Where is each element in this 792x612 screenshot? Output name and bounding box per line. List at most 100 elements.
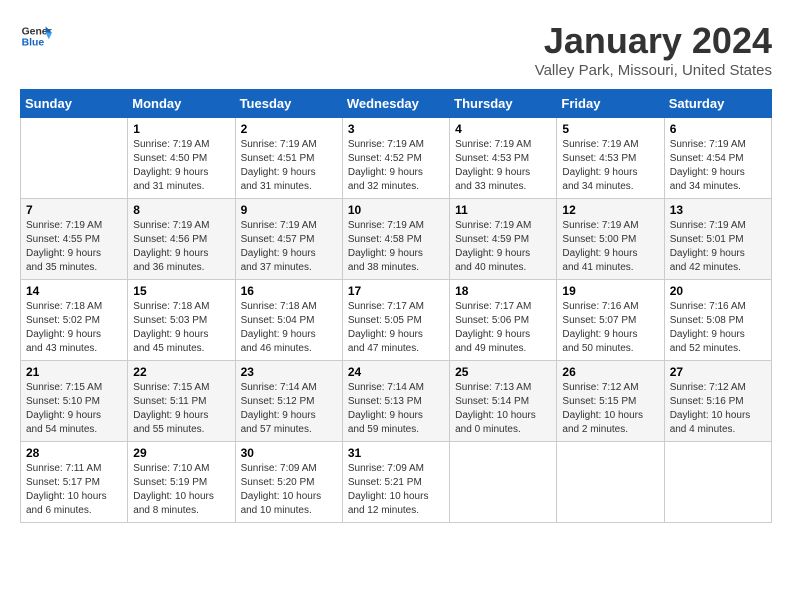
day-number: 17 [348, 284, 444, 298]
calendar-cell: 16 Sunrise: 7:18 AM Sunset: 5:04 PM Dayli… [235, 280, 342, 361]
day-info: Sunrise: 7:19 AM Sunset: 4:53 PM Dayligh… [562, 138, 658, 194]
day-info: Sunrise: 7:19 AM Sunset: 4:58 PM Dayligh… [348, 219, 444, 275]
calendar-cell: 19 Sunrise: 7:16 AM Sunset: 5:07 PM Dayli… [557, 280, 664, 361]
calendar-cell: 24 Sunrise: 7:14 AM Sunset: 5:13 PM Dayli… [342, 361, 449, 442]
day-number: 27 [670, 365, 766, 379]
day-number: 9 [241, 203, 337, 217]
logo-icon: General Blue [20, 20, 52, 52]
day-info: Sunrise: 7:12 AM Sunset: 5:16 PM Dayligh… [670, 381, 766, 437]
calendar-cell: 29 Sunrise: 7:10 AM Sunset: 5:19 PM Dayli… [128, 442, 235, 523]
calendar-cell: 28 Sunrise: 7:11 AM Sunset: 5:17 PM Dayli… [21, 442, 128, 523]
day-info: Sunrise: 7:09 AM Sunset: 5:21 PM Dayligh… [348, 462, 444, 518]
day-number: 28 [26, 446, 122, 460]
day-info: Sunrise: 7:18 AM Sunset: 5:04 PM Dayligh… [241, 300, 337, 356]
day-number: 2 [241, 122, 337, 136]
day-number: 30 [241, 446, 337, 460]
calendar-cell [21, 118, 128, 199]
calendar-cell: 2 Sunrise: 7:19 AM Sunset: 4:51 PM Daylig… [235, 118, 342, 199]
calendar-cell: 9 Sunrise: 7:19 AM Sunset: 4:57 PM Daylig… [235, 199, 342, 280]
calendar-cell: 3Sunrise: 7:19 AM Sunset: 4:52 PM Daylig… [342, 118, 449, 199]
day-info: Sunrise: 7:14 AM Sunset: 5:12 PM Dayligh… [241, 381, 337, 437]
day-number: 24 [348, 365, 444, 379]
day-number: 29 [133, 446, 229, 460]
day-number: 7 [26, 203, 122, 217]
day-number: 20 [670, 284, 766, 298]
calendar-cell: 1Sunrise: 7:19 AM Sunset: 4:50 PM Daylig… [128, 118, 235, 199]
day-info: Sunrise: 7:14 AM Sunset: 5:13 PM Dayligh… [348, 381, 444, 437]
calendar-cell: 18Sunrise: 7:17 AM Sunset: 5:06 PM Dayli… [450, 280, 557, 361]
calendar-cell: 11 Sunrise: 7:19 AM Sunset: 4:59 PM Dayli… [450, 199, 557, 280]
day-number: 1 [133, 122, 229, 136]
day-number: 11 [455, 203, 551, 217]
day-info: Sunrise: 7:19 AM Sunset: 4:51 PM Dayligh… [241, 138, 337, 194]
day-number: 14 [26, 284, 122, 298]
weekday-header-tuesday: Tuesday [235, 90, 342, 118]
day-info: Sunrise: 7:09 AM Sunset: 5:20 PM Dayligh… [241, 462, 337, 518]
calendar-cell: 13 Sunrise: 7:19 AM Sunset: 5:01 PM Dayli… [664, 199, 771, 280]
day-info: Sunrise: 7:19 AM Sunset: 4:53 PM Dayligh… [455, 138, 551, 194]
day-number: 25 [455, 365, 551, 379]
weekday-header-monday: Monday [128, 90, 235, 118]
day-number: 8 [133, 203, 229, 217]
day-info: Sunrise: 7:19 AM Sunset: 4:57 PM Dayligh… [241, 219, 337, 275]
day-info: Sunrise: 7:13 AM Sunset: 5:14 PM Dayligh… [455, 381, 551, 437]
day-number: 10 [348, 203, 444, 217]
weekday-header-sunday: Sunday [21, 90, 128, 118]
day-number: 6 [670, 122, 766, 136]
day-info: Sunrise: 7:19 AM Sunset: 4:54 PM Dayligh… [670, 138, 766, 194]
title-area: January 2024 Valley Park, Missouri, Unit… [535, 20, 772, 79]
day-info: Sunrise: 7:19 AM Sunset: 4:59 PM Dayligh… [455, 219, 551, 275]
day-number: 18 [455, 284, 551, 298]
calendar-cell: 14Sunrise: 7:18 AM Sunset: 5:02 PM Dayli… [21, 280, 128, 361]
day-number: 23 [241, 365, 337, 379]
calendar-cell: 25 Sunrise: 7:13 AM Sunset: 5:14 PM Dayli… [450, 361, 557, 442]
day-info: Sunrise: 7:16 AM Sunset: 5:08 PM Dayligh… [670, 300, 766, 356]
day-info: Sunrise: 7:15 AM Sunset: 5:11 PM Dayligh… [133, 381, 229, 437]
calendar-cell: 4 Sunrise: 7:19 AM Sunset: 4:53 PM Daylig… [450, 118, 557, 199]
day-info: Sunrise: 7:19 AM Sunset: 4:55 PM Dayligh… [26, 219, 122, 275]
calendar-cell: 22Sunrise: 7:15 AM Sunset: 5:11 PM Dayli… [128, 361, 235, 442]
weekday-header-friday: Friday [557, 90, 664, 118]
calendar-cell: 17 Sunrise: 7:17 AM Sunset: 5:05 PM Dayli… [342, 280, 449, 361]
day-info: Sunrise: 7:19 AM Sunset: 5:00 PM Dayligh… [562, 219, 658, 275]
day-info: Sunrise: 7:12 AM Sunset: 5:15 PM Dayligh… [562, 381, 658, 437]
day-number: 15 [133, 284, 229, 298]
calendar-week-1: 1Sunrise: 7:19 AM Sunset: 4:50 PM Daylig… [21, 118, 772, 199]
calendar-cell: 8 Sunrise: 7:19 AM Sunset: 4:56 PM Daylig… [128, 199, 235, 280]
calendar-cell: 30 Sunrise: 7:09 AM Sunset: 5:20 PM Dayli… [235, 442, 342, 523]
calendar-week-3: 14Sunrise: 7:18 AM Sunset: 5:02 PM Dayli… [21, 280, 772, 361]
day-info: Sunrise: 7:19 AM Sunset: 5:01 PM Dayligh… [670, 219, 766, 275]
calendar-cell [557, 442, 664, 523]
day-number: 19 [562, 284, 658, 298]
calendar-cell: 10 Sunrise: 7:19 AM Sunset: 4:58 PM Dayli… [342, 199, 449, 280]
calendar-cell: 27 Sunrise: 7:12 AM Sunset: 5:16 PM Dayli… [664, 361, 771, 442]
day-number: 13 [670, 203, 766, 217]
day-info: Sunrise: 7:17 AM Sunset: 5:05 PM Dayligh… [348, 300, 444, 356]
calendar-week-4: 21Sunrise: 7:15 AM Sunset: 5:10 PM Dayli… [21, 361, 772, 442]
day-number: 16 [241, 284, 337, 298]
day-number: 3 [348, 122, 444, 136]
calendar-cell: 12 Sunrise: 7:19 AM Sunset: 5:00 PM Dayli… [557, 199, 664, 280]
day-number: 31 [348, 446, 444, 460]
calendar: SundayMondayTuesdayWednesdayThursdayFrid… [20, 89, 772, 523]
calendar-cell [664, 442, 771, 523]
calendar-cell [450, 442, 557, 523]
calendar-cell: 7 Sunrise: 7:19 AM Sunset: 4:55 PM Daylig… [21, 199, 128, 280]
day-info: Sunrise: 7:11 AM Sunset: 5:17 PM Dayligh… [26, 462, 122, 518]
day-number: 12 [562, 203, 658, 217]
calendar-cell: 26 Sunrise: 7:12 AM Sunset: 5:15 PM Dayli… [557, 361, 664, 442]
weekday-header-thursday: Thursday [450, 90, 557, 118]
day-info: Sunrise: 7:18 AM Sunset: 5:03 PM Dayligh… [133, 300, 229, 356]
day-number: 4 [455, 122, 551, 136]
calendar-cell: 31 Sunrise: 7:09 AM Sunset: 5:21 PM Dayli… [342, 442, 449, 523]
location-title: Valley Park, Missouri, United States [535, 62, 772, 79]
calendar-body: 1Sunrise: 7:19 AM Sunset: 4:50 PM Daylig… [21, 118, 772, 523]
header: General Blue January 2024 Valley Park, M… [20, 20, 772, 79]
month-title: January 2024 [535, 20, 772, 62]
day-info: Sunrise: 7:19 AM Sunset: 4:56 PM Dayligh… [133, 219, 229, 275]
calendar-cell: 6 Sunrise: 7:19 AM Sunset: 4:54 PM Daylig… [664, 118, 771, 199]
day-info: Sunrise: 7:10 AM Sunset: 5:19 PM Dayligh… [133, 462, 229, 518]
day-number: 26 [562, 365, 658, 379]
day-info: Sunrise: 7:16 AM Sunset: 5:07 PM Dayligh… [562, 300, 658, 356]
calendar-cell: 20 Sunrise: 7:16 AM Sunset: 5:08 PM Dayli… [664, 280, 771, 361]
